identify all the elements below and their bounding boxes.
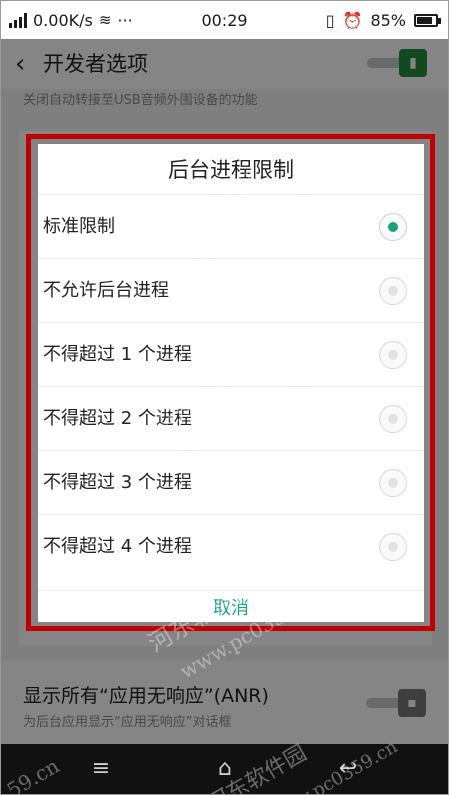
alarm-icon: ⏰ bbox=[342, 10, 363, 30]
option-max-4-processes[interactable]: 不得超过 4 个进程 bbox=[38, 514, 424, 578]
back-icon[interactable]: ↩ bbox=[328, 754, 368, 784]
radio-unselected-icon[interactable] bbox=[379, 405, 407, 433]
clock: 00:29 bbox=[201, 10, 248, 30]
option-label: 不得超过 3 个进程 bbox=[43, 472, 192, 493]
option-standard-limit[interactable]: 标准限制 bbox=[38, 194, 424, 258]
option-max-2-processes[interactable]: 不得超过 2 个进程 bbox=[38, 386, 424, 450]
status-bar: 0.00K/s ≋ ··· 00:29 ▯ ⏰ 85% bbox=[1, 1, 448, 39]
radio-unselected-icon[interactable] bbox=[379, 469, 407, 497]
option-label: 不得超过 1 个进程 bbox=[43, 344, 192, 365]
menu-icon[interactable]: ≡ bbox=[81, 754, 121, 784]
radio-unselected-icon[interactable] bbox=[379, 341, 407, 369]
cancel-button[interactable]: 取消 bbox=[38, 590, 424, 622]
battery-icon bbox=[414, 13, 441, 27]
option-label: 不允许后台进程 bbox=[43, 280, 169, 301]
option-label: 标准限制 bbox=[43, 216, 115, 237]
home-icon[interactable]: ⌂ bbox=[205, 754, 245, 784]
vibrate-icon: ▯ bbox=[325, 10, 335, 30]
option-label: 不得超过 2 个进程 bbox=[43, 408, 192, 429]
option-max-3-processes[interactable]: 不得超过 3 个进程 bbox=[38, 450, 424, 514]
option-no-background[interactable]: 不允许后台进程 bbox=[38, 258, 424, 322]
option-max-1-process[interactable]: 不得超过 1 个进程 bbox=[38, 322, 424, 386]
radio-unselected-icon[interactable] bbox=[379, 533, 407, 561]
radio-unselected-icon[interactable] bbox=[379, 277, 407, 305]
option-label: 不得超过 4 个进程 bbox=[43, 536, 192, 557]
radio-selected-icon[interactable] bbox=[379, 213, 407, 241]
process-limit-dialog: 后台进程限制 标准限制 不允许后台进程 不得超过 1 个进程 不得超过 2 个进… bbox=[38, 144, 424, 622]
battery-percent: 85% bbox=[370, 10, 406, 30]
navigation-bar: ≡ ⌂ ↩ bbox=[1, 744, 448, 794]
dialog-title: 后台进程限制 bbox=[168, 158, 294, 182]
screen: 关闭自动转接至USB音频外围设备的功能 显示所有“应用无响应”(ANR) 为后台… bbox=[0, 0, 449, 795]
